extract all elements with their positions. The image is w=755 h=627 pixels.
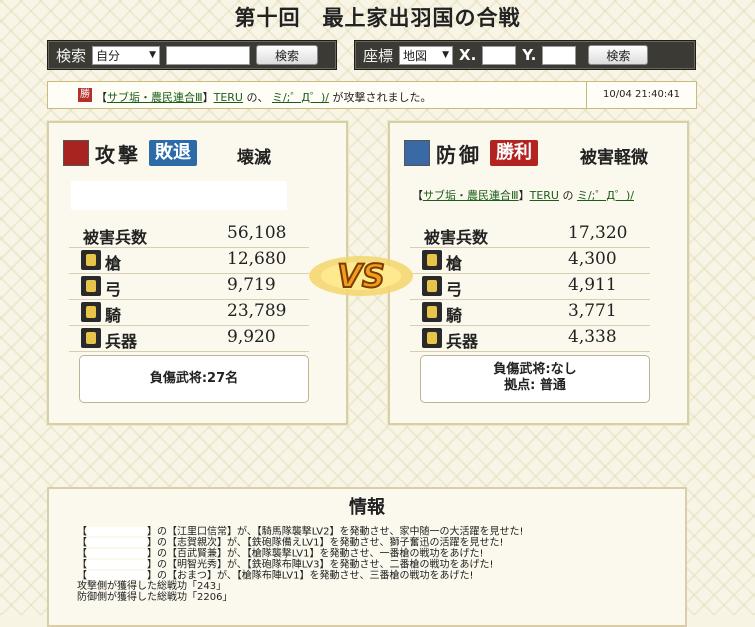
defender-target-link[interactable]: ミ/;゜Д゜)/ (577, 189, 634, 202)
defense-injured-text: 負傷武将:なし (493, 362, 577, 377)
bow-value: 9,719 (227, 275, 276, 295)
shield-icon (404, 140, 430, 166)
attack-total-row: 被害兵数 56,108 (69, 221, 309, 248)
defense-result-badge: 勝利 (490, 140, 538, 166)
search-scope-value: 自分 (96, 48, 121, 63)
defense-total-value: 17,320 (568, 223, 628, 243)
page-title: 第十回 最上家出羽国の合戦 (234, 5, 521, 30)
spear-value: 4,300 (568, 249, 617, 269)
defense-panel: 防御 勝利 被害軽微 【サブ垢・農民連合Ⅲ】TERU の ミ/;゜Д゜)/ 被害… (387, 120, 690, 426)
attack-total-value: 56,108 (227, 223, 287, 243)
defense-row-siege: 兵器 4,338 (410, 325, 650, 352)
info-section: 情報 【】の【江里口信常】が、【騎馬隊襲撃LV2】を発動させ、家中随一の大活躍を… (47, 487, 687, 627)
cavalry-label: 騎 (105, 306, 122, 325)
target-link[interactable]: ミ/;゜Д゜)/ (272, 91, 329, 104)
bow-value: 4,911 (568, 275, 617, 295)
coordinate-label: 座標 (363, 46, 394, 65)
bow-label: 弓 (446, 280, 463, 299)
bow-icon (81, 276, 101, 296)
log-line: 【】の【百武賢兼】が、【槍隊襲撃LV1】を発動させ、一番槍の戦功をあげた! (77, 548, 484, 560)
vs-text: VS (337, 257, 385, 295)
defender-name: 【サブ垢・農民連合Ⅲ】TERU の ミ/;゜Д゜)/ (412, 189, 634, 202)
defense-total-label: 被害兵数 (424, 228, 489, 247)
chevron-down-icon: ▼ (442, 50, 450, 60)
log-line: 【】の【志賀親次】が、【鉄砲隊備えLV1】を発動させ、獅子奮迅の活躍を見せた! (77, 537, 504, 549)
defense-header: 防御 勝利 (404, 137, 538, 169)
siege-value: 4,338 (568, 327, 617, 347)
y-coordinate-input[interactable] (542, 45, 577, 65)
defense-row-bow: 弓 4,911 (410, 273, 650, 300)
spear-label: 槍 (446, 254, 463, 273)
x-coordinate-input[interactable] (482, 45, 517, 65)
spear-label: 槍 (105, 254, 122, 273)
cavalry-value: 3,771 (568, 301, 617, 321)
notice-message: 【サブ垢・農民連合Ⅲ】TERU の、 ミ/;゜Д゜)/ が攻撃されました。 (96, 91, 432, 104)
defense-row-spear: 槍 4,300 (410, 247, 650, 274)
attack-type-label: 攻撃 (95, 142, 141, 167)
spear-icon (81, 250, 101, 270)
attacker-name-field (71, 181, 287, 210)
defender-conn: の (562, 189, 574, 202)
siege-label: 兵器 (105, 332, 138, 351)
map-select[interactable]: 地図 ▼ (399, 45, 454, 65)
search-input[interactable] (166, 45, 251, 65)
defender-alliance-link[interactable]: サブ垢・農民連合Ⅲ (423, 189, 519, 202)
siege-weapon-icon (81, 328, 101, 348)
attack-header: 攻撃 敗退 (63, 137, 197, 169)
spear-value: 12,680 (227, 249, 287, 269)
alliance-link[interactable]: サブ垢・農民連合Ⅲ (107, 91, 203, 104)
attack-row-bow: 弓 9,719 (69, 273, 309, 300)
notice-tail: が攻撃されました。 (332, 91, 432, 104)
spear-icon (422, 250, 442, 270)
attack-panel: 攻撃 敗退 壊滅 被害兵数 56,108 槍 12,680 弓 9,719 騎 … (46, 120, 349, 426)
log-line: 【】の【江里口信常】が、【騎馬隊襲撃LV2】を発動させ、家中随一の大活躍を見せた… (77, 526, 524, 538)
attack-row-siege: 兵器 9,920 (69, 325, 309, 352)
defense-injured-box: 負傷武将:なし 拠点: 普通 (420, 355, 650, 403)
info-log: 【】の【江里口信常】が、【騎馬隊襲撃LV2】を発動させ、家中随一の大活躍を見せた… (77, 527, 523, 603)
search-button[interactable]: 検索 (256, 45, 319, 65)
attack-injured-text: 負傷武将:27名 (149, 371, 239, 386)
total-loss-label: 被害兵数 (83, 228, 148, 247)
chevron-down-icon: ▼ (149, 50, 157, 60)
log-line: 【】の【明智光秀】が、【鉄砲隊布陣LV3】を発動させ、二番槍の戦功をあげた! (77, 559, 494, 571)
defense-type-label: 防御 (436, 142, 482, 167)
coordinate-search-button[interactable]: 検索 (588, 45, 649, 65)
cavalry-value: 23,789 (227, 301, 287, 321)
search-bar: 検索 自分 ▼ 検索 (47, 40, 337, 70)
search-label: 検索 (56, 46, 87, 65)
cavalry-label: 騎 (446, 306, 463, 325)
siege-value: 9,920 (227, 327, 276, 347)
bow-icon (422, 276, 442, 296)
attack-merit-line: 攻撃側が獲得した総戦功「243」 (77, 581, 227, 592)
defense-row-cavalry: 騎 3,771 (410, 299, 650, 326)
x-label: X. (459, 46, 477, 64)
horse-icon (81, 302, 101, 322)
y-label: Y. (522, 46, 537, 64)
defense-base-text: 拠点: 普通 (504, 378, 566, 393)
notice-conn: の、 (246, 91, 269, 104)
coordinate-bar: 座標 地図 ▼ X. Y. 検索 (354, 40, 696, 70)
vs-emblem: VS (309, 256, 413, 296)
attack-row-cavalry: 騎 23,789 (69, 299, 309, 326)
attack-injured-box: 負傷武将:27名 (79, 355, 309, 403)
siege-weapon-icon (422, 328, 442, 348)
defense-total-row: 被害兵数 17,320 (410, 221, 650, 248)
horse-icon (422, 302, 442, 322)
search-scope-select[interactable]: 自分 ▼ (92, 45, 161, 65)
player-link[interactable]: TERU (214, 91, 243, 104)
battle-notice: 勝 【サブ垢・農民連合Ⅲ】TERU の、 ミ/;゜Д゜)/ が攻撃されました。 … (47, 81, 697, 109)
crossed-swords-icon (63, 140, 89, 166)
notice-timestamp: 10/04 21:40:41 (586, 82, 696, 108)
attack-result-badge: 敗退 (149, 140, 197, 166)
siege-label: 兵器 (446, 332, 479, 351)
bow-label: 弓 (105, 280, 122, 299)
win-badge: 勝 (78, 88, 92, 102)
attack-damage-status: 壊滅 (237, 148, 271, 168)
defense-damage-status: 被害軽微 (580, 148, 648, 168)
defense-merit-line: 防御側が獲得した総戦功「2206」 (77, 591, 233, 603)
defender-player-link[interactable]: TERU (530, 189, 559, 202)
map-select-value: 地図 (403, 48, 428, 63)
info-heading: 情報 (349, 497, 385, 518)
attack-row-spear: 槍 12,680 (69, 247, 309, 274)
